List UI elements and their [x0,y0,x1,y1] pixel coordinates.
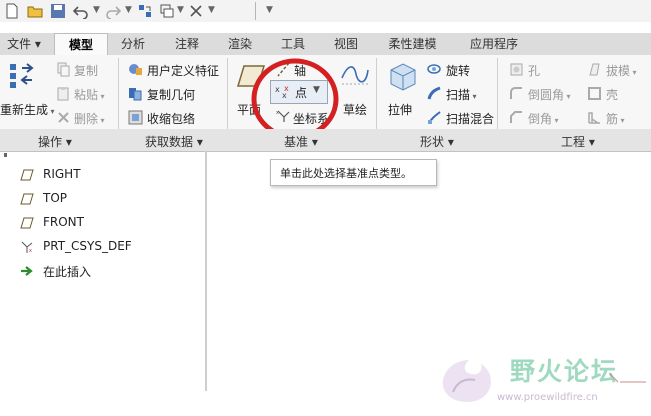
paste-icon [57,87,69,101]
svg-text:x: x [29,248,32,254]
swept-blend-button[interactable]: 扫描混合 [446,110,494,127]
extrude-icon [390,63,416,91]
sweep-icon [427,86,441,100]
delete-button[interactable]: 删除 ▾ [74,110,105,127]
copy-icon [57,62,70,77]
regenerate-button[interactable]: 重新生成 ▾ [0,101,55,118]
udf-icon [129,64,142,75]
ribbon-group-labels: 操作 ▾ 获取数据 ▾ 基准 ▾ 形状 ▾ 工程 ▾ [0,129,651,152]
hole-button[interactable]: 孔 [528,62,540,79]
copy-geometry-icon [129,88,142,101]
tab-model[interactable]: 模型 [54,33,108,56]
tab-annotate[interactable]: 注释 [162,33,212,55]
revolve-button[interactable]: 旋转 [446,62,470,79]
revolve-icon [427,64,441,74]
open-folder-icon[interactable] [27,3,43,19]
watermark-url: www.proewildfire.cn [497,392,598,403]
new-file-icon[interactable] [4,3,20,19]
tab-flexible-modeling[interactable]: 柔性建模 [375,33,450,55]
shell-icon [588,87,601,100]
sketch-icon [341,66,369,85]
watermark-forum-name: 野火论坛 [510,357,619,386]
datum-plane-small-icon [20,193,34,205]
udf-button[interactable]: 用户定义特征 [147,62,219,79]
group-label-operations[interactable]: 操作 ▾ [38,133,72,150]
regenerate-small-icon[interactable] [137,3,153,19]
insert-arrow-icon [21,266,33,276]
qat-divider [255,2,256,20]
coordinate-system-small-icon: x [21,241,33,254]
tab-analysis[interactable]: 分析 [108,33,158,55]
copy-button[interactable]: 复制 [74,62,98,79]
hole-icon [510,63,523,76]
sweep-button[interactable]: 扫描 ▾ [446,86,477,103]
undo-icon[interactable] [73,3,89,19]
extrude-button[interactable]: 拉伸 [388,101,412,118]
regenerate-icon [10,63,34,88]
tree-root-marker [4,153,7,157]
windows-dropdown-icon[interactable]: ▼ [177,5,184,15]
datum-plane-small-icon [20,169,34,181]
group-label-shapes[interactable]: 形状 ▾ [420,133,454,150]
round-icon [510,87,522,99]
chamfer-icon [510,111,522,123]
tab-file[interactable]: 文件 ▾ [0,33,48,55]
shrinkwrap-button[interactable]: 收缩包络 [147,110,195,127]
undo-dropdown-icon[interactable]: ▼ [93,5,100,15]
shell-button[interactable]: 壳 [606,86,618,103]
paste-button[interactable]: 粘贴 ▾ [74,86,105,103]
datum-plane-small-icon [20,217,34,229]
save-icon[interactable] [50,3,66,19]
draft-button[interactable]: 拔模 ▾ [606,62,637,79]
datum-point-tooltip: 单击此处选择基准点类型。 [270,159,437,186]
forum-logo-icon [442,360,491,402]
round-button[interactable]: 倒圆角 ▾ [528,86,571,103]
redo-icon[interactable] [105,3,121,19]
swept-blend-icon [428,111,441,124]
sketch-button[interactable]: 草绘 [343,101,367,118]
draft-icon [589,63,600,76]
close-window-icon[interactable] [188,3,204,19]
redo-dropdown-icon[interactable]: ▼ [125,5,132,15]
chamfer-button[interactable]: 倒角 ▾ [528,110,559,127]
delete-icon [58,112,69,123]
copy-geometry-button[interactable]: 复制几何 [147,86,195,103]
shrinkwrap-icon [128,110,143,125]
tab-applications[interactable]: 应用程序 [455,33,533,55]
rib-icon [588,112,600,124]
group-label-datum[interactable]: 基准 ▾ [284,133,318,150]
group-label-get-data[interactable]: 获取数据 ▾ [145,133,203,150]
windows-icon[interactable] [159,3,175,19]
graphics-area-fragment [609,373,646,383]
group-label-engineering[interactable]: 工程 ▾ [561,133,595,150]
model-tree: RIGHT TOP FRONT x PRT_CSYS_DEF 在此插入 [0,151,207,391]
customize-qat-icon[interactable]: ▼ [266,5,273,15]
close-dropdown-icon[interactable]: ▼ [208,5,215,15]
rib-button[interactable]: 筋 ▾ [606,110,625,127]
quick-access-toolbar: ▼ ▼ ▼ ▼ ▼ [0,0,651,22]
